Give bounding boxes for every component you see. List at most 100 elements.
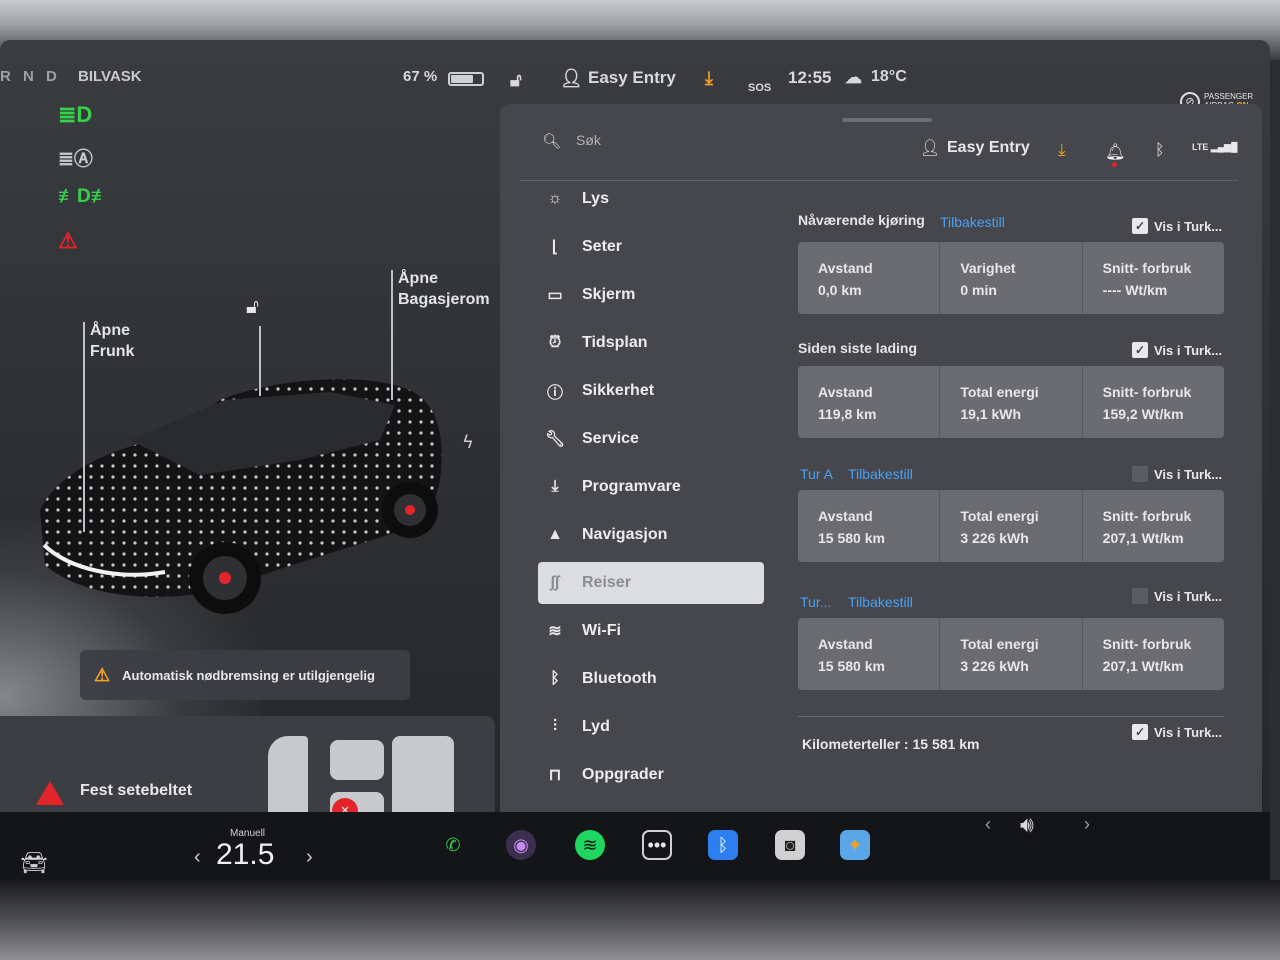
clock: 12:55 [788,68,832,87]
battery-icon [448,72,484,86]
stat-label: Total energi [960,636,1039,652]
phone-icon[interactable]: ✆ [438,830,468,860]
nav-item-tidsplan[interactable]: ⏰︎ Tidsplan [538,322,764,364]
nav-label: Oppgrader [582,766,664,783]
lock-icon[interactable]: 🔓︎ [510,70,522,91]
open-trunk-button[interactable]: Åpne Bagasjerom [398,268,490,310]
nav-label: Skjerm [582,286,636,303]
nav-label: Seter [582,238,623,255]
alarm-clock-icon: ⏰︎ [548,334,562,351]
driver-seat [330,740,384,780]
profile-icon[interactable]: 👤︎ [560,68,583,89]
nav-item-sikkerhet[interactable]: ⓘ Sikkerhet [538,370,764,412]
display-icon: ▭ [547,287,563,304]
cabin-temperature[interactable]: 21.5 [216,838,274,872]
equalizer-icon: ⫶ [552,718,557,735]
download-icon[interactable]: ⤓ [705,68,713,89]
nav-label: Programvare [582,478,681,495]
stat-value: 3 226 kWh [960,658,1029,674]
current-trip-reset-link[interactable]: Tilbakestill [940,214,1005,230]
nav-item-lys[interactable]: ☼ Lys [538,178,764,220]
trip-b-show-checkbox[interactable]: ✓ Vis i Turk... [1132,588,1222,604]
nav-item-programvare[interactable]: ⤓ Programvare [538,466,764,508]
more-apps-icon[interactable]: ••• [642,830,672,860]
nav-label: Lys [582,190,609,207]
trip-b-reset-link[interactable]: Tilbakestill [848,594,913,610]
open-trunk-line1: Åpne [398,270,438,287]
gear-selector[interactable]: R N D [0,68,61,85]
checkbox-label: Vis i Turk... [1154,724,1223,740]
stat-label: Total energi [960,508,1039,524]
alert-triangle-icon [36,781,64,805]
bluetooth-icon[interactable]: ᛒ [1155,142,1165,160]
nav-item-navigasjon[interactable]: ▲ Navigasjon [538,514,764,556]
stat-label: Varighet [960,260,1016,276]
stat-label: Avstand [818,260,873,276]
odometer-value: 15 581 km [912,736,980,752]
trip-stat-cell: Total energi 19,1 kWh [940,366,1083,438]
temp-increase-arrow[interactable]: › [306,846,313,869]
trip-stat-cell: Snitt- forbruk 207,1 Wt/km [1083,618,1224,690]
bluetooth-app-icon[interactable]: ᛒ [708,830,738,860]
temp-decrease-arrow[interactable]: ‹ [194,846,201,869]
screen-bezel-bottom [0,880,1280,960]
since-charge-card: Avstand 119,8 km Total energi 19,1 kWh Sni… [798,366,1224,438]
nav-item-skjerm[interactable]: ▭ Skjerm [538,274,764,316]
airbag-line1: PASSENGER [1204,92,1254,101]
toybox-icon[interactable]: ✦ [840,830,870,860]
nav-label: Tidsplan [582,334,648,351]
volume-down-arrow[interactable]: ‹ [985,814,991,835]
volume-up-arrow[interactable]: › [1084,814,1090,835]
navigation-icon: ▲ [547,526,563,543]
weather-icon: ☁ [845,68,862,87]
stat-value: 207,1 Wt/km [1102,658,1184,674]
current-trip-title: Nåværende kjøring [798,212,925,228]
sos-indicator: SOS [748,82,772,94]
open-frunk-line2: Frunk [90,343,135,360]
since-charge-title: Siden siste lading [798,340,918,356]
nav-item-lyd[interactable]: ⫶ Lyd [538,706,764,748]
car-controls-icon[interactable]: 🚘︎ [20,850,48,876]
notification-bell-icon[interactable]: 🔔︎ [1105,142,1125,167]
volume-icon[interactable]: 🔊︎ [1020,812,1034,838]
trip-a-reset-link[interactable]: Tilbakestill [848,466,913,482]
search-input[interactable]: Søk [576,132,601,148]
spotify-icon[interactable]: ≋ [575,830,605,860]
seatbelt-alert-text: Fest setebeltet [80,782,193,799]
empty-checkbox-icon: ✓ [1132,588,1148,604]
open-frunk-button[interactable]: Åpne Frunk [90,320,134,362]
checkmark-icon: ✓ [1132,342,1148,358]
nav-item-bluetooth[interactable]: ᛒ Bluetooth [538,658,764,700]
stat-label: Snitt- forbruk [1102,384,1192,400]
panel-drag-handle[interactable] [842,118,932,122]
car-unlock-icon[interactable]: 🔓︎ [246,296,259,319]
trip-a-title[interactable]: Tur A [800,466,833,482]
stat-label: Avstand [818,384,873,400]
nav-item-oppgrader[interactable]: ⊓ Oppgrader [538,754,764,796]
nav-item-seter[interactable]: ⌊ Seter [538,226,764,268]
stat-value: 0 min [960,282,997,298]
software-download-icon[interactable]: ⤓ [1058,140,1066,160]
trip-a-show-checkbox[interactable]: ✓ Vis i Turk... [1132,466,1222,482]
stat-value: 159,2 Wt/km [1102,406,1184,422]
nav-label: Sikkerhet [582,382,655,399]
dashcam-icon[interactable]: ◙ [775,830,805,860]
camera-app-icon[interactable]: ◉ [506,830,536,860]
profile-icon[interactable]: 👤︎ [920,138,940,158]
nav-item-reiser[interactable]: ∫∫ Reiser [538,562,764,604]
car-wash-mode[interactable]: BILVASK [78,68,142,85]
nav-item-wifi[interactable]: ≋ Wi-Fi [538,610,764,652]
settings-panel: 🔍︎ Søk 👤︎ Easy Entry ⤓ 🔔︎ ᛒ LTE ▂▄▆█ ☼ Ly… [500,104,1262,814]
since-charge-show-checkbox[interactable]: ✓ Vis i Turk... [1132,342,1222,358]
seat-icon: ⌊ [551,239,559,256]
download-icon: ⤓ [551,478,559,495]
car-model-image: ϟ [40,379,474,614]
current-trip-show-checkbox[interactable]: ✓ Vis i Turk... [1132,218,1222,234]
nav-label: Wi-Fi [582,622,621,639]
nav-item-service[interactable]: 🔧︎ Service [538,418,764,460]
odometer-show-checkbox[interactable]: ✓ Vis i Turk... [1132,724,1222,740]
search-icon[interactable]: 🔍︎ [542,132,561,150]
driver-profile[interactable]: Easy Entry [588,68,676,88]
panel-driver-profile[interactable]: Easy Entry [947,139,1030,157]
trip-b-title[interactable]: Tur... [800,594,831,610]
